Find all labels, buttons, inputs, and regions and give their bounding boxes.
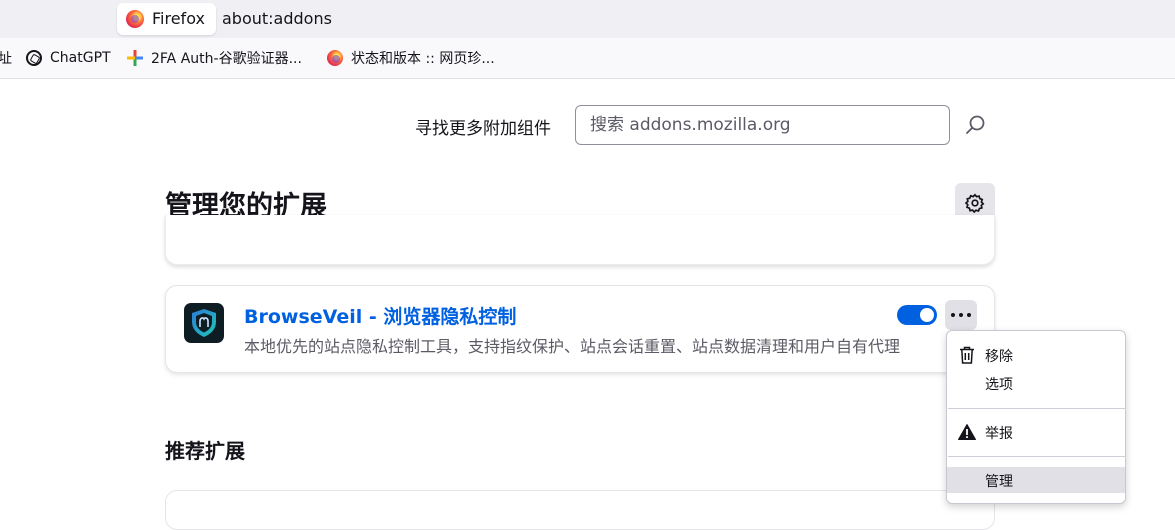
chatgpt-icon	[26, 50, 42, 66]
bookmarks-toolbar: 址 ChatGPT 2FA Auth-谷歌验证器... 状态和版本 :: 网页珍…	[0, 38, 1175, 79]
warning-icon	[958, 424, 976, 440]
menu-item-report[interactable]: 举报	[947, 419, 1125, 445]
identity-label: Firefox	[152, 9, 205, 28]
extension-shield-icon	[184, 303, 224, 343]
menu-item-options[interactable]: 选项	[947, 370, 1125, 396]
menu-item-label: 移除	[985, 349, 1013, 365]
menu-separator	[948, 456, 1126, 457]
search-icon	[966, 115, 985, 134]
menu-item-label: 举报	[985, 426, 1013, 442]
extension-card[interactable]: BrowseVeil - 浏览器隐私控制 本地优先的站点隐私控制工具，支持指纹保…	[165, 285, 995, 373]
recommended-card[interactable]	[165, 490, 995, 530]
extension-context-menu: 移除 选项 举报 管理	[946, 330, 1126, 504]
find-more-label: 寻找更多附加组件	[415, 119, 551, 139]
bookmark-item[interactable]: 址	[0, 38, 12, 78]
gear-icon	[965, 193, 985, 213]
more-dots-icon	[959, 313, 963, 317]
bookmark-label: ChatGPT	[50, 50, 111, 66]
extension-description: 本地优先的站点隐私控制工具，支持指纹保护、站点会话重置、站点数据清理和用户自有代…	[244, 337, 901, 356]
extension-name[interactable]: BrowseVeil - 浏览器隐私控制	[244, 302, 516, 329]
trash-icon	[960, 346, 974, 364]
extension-card-previous	[165, 215, 995, 265]
pinwheel-icon	[127, 50, 143, 66]
menu-item-manage[interactable]: 管理	[947, 467, 1125, 493]
recommended-title: 推荐扩展	[165, 439, 245, 463]
search-input[interactable]	[575, 105, 950, 145]
bookmark-status-version[interactable]: 状态和版本 :: 网页珍...	[327, 38, 495, 78]
more-options-button[interactable]	[945, 300, 977, 330]
url-input[interactable]: about:addons	[222, 9, 332, 28]
identity-box[interactable]: Firefox	[117, 3, 216, 35]
bookmark-label: 址	[0, 51, 12, 67]
extension-enable-toggle[interactable]	[897, 305, 937, 325]
more-dots-icon	[951, 313, 955, 317]
firefox-icon	[126, 10, 144, 28]
bookmark-chatgpt[interactable]: ChatGPT	[26, 38, 111, 78]
bookmark-2fa-auth[interactable]: 2FA Auth-谷歌验证器...	[127, 38, 302, 78]
bookmark-label: 2FA Auth-谷歌验证器...	[151, 51, 302, 67]
menu-item-label: 管理	[985, 474, 1013, 490]
search-button[interactable]	[962, 112, 988, 138]
menu-item-remove[interactable]: 移除	[947, 342, 1125, 368]
firefox-icon	[327, 50, 343, 66]
more-dots-icon	[967, 313, 971, 317]
menu-item-label: 选项	[985, 377, 1013, 393]
urlbar: Firefox about:addons	[0, 0, 1175, 38]
menu-separator	[948, 408, 1126, 409]
bookmark-label: 状态和版本 :: 网页珍...	[351, 51, 495, 67]
